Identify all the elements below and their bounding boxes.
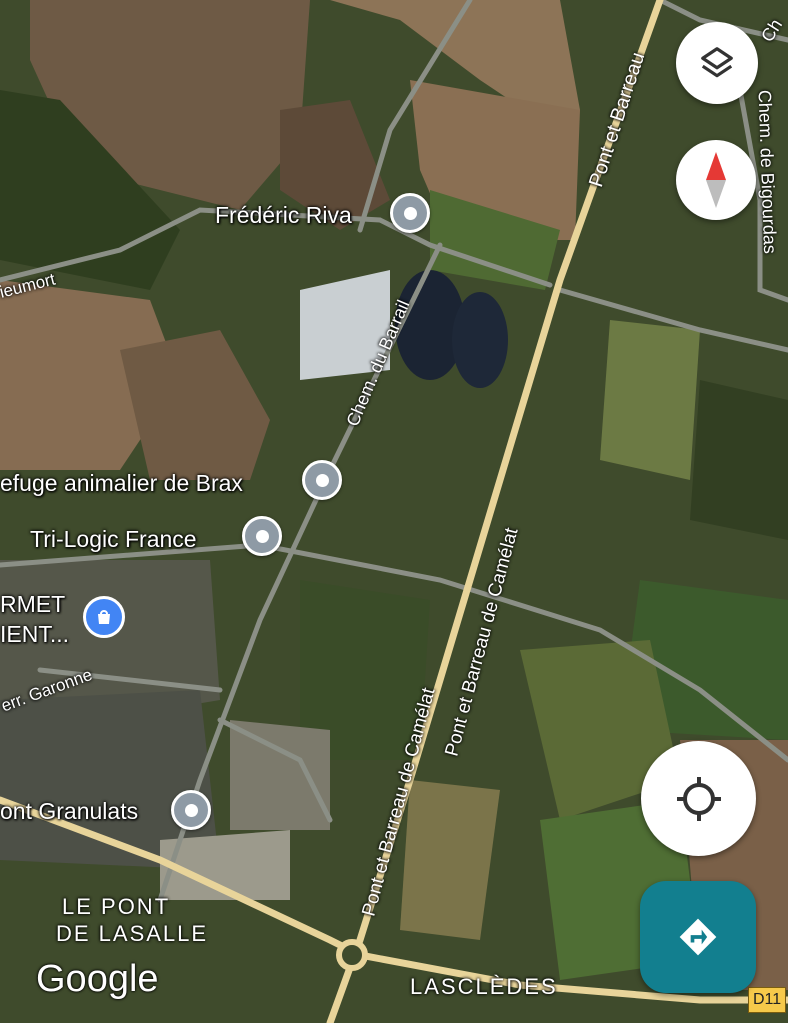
layers-button[interactable] [676, 22, 758, 104]
my-location-button[interactable] [641, 741, 756, 856]
route-shield: D11 [748, 987, 787, 1013]
directions-button[interactable] [640, 881, 756, 993]
directions-icon [679, 918, 717, 956]
layers-icon [701, 47, 733, 78]
poi-pin-icon[interactable] [242, 516, 282, 556]
compass-button[interactable] [676, 140, 756, 220]
poi-label[interactable]: ont Granulats [0, 798, 138, 825]
poi-pin-icon[interactable] [171, 790, 211, 830]
pond [452, 292, 508, 388]
poi-pin-icon[interactable] [390, 193, 430, 233]
poi-label[interactable]: Frédéric Riva [215, 202, 352, 229]
google-logo: Google [36, 958, 159, 1000]
urban-area [230, 720, 330, 830]
poi-label[interactable]: IENT... [0, 621, 69, 648]
place-label: LASCLÈDES [410, 974, 558, 999]
poi-pin-icon[interactable] [302, 460, 342, 500]
field [600, 320, 700, 480]
compass-icon [706, 152, 726, 208]
roundabout [336, 939, 368, 971]
satellite-map[interactable] [0, 0, 788, 1023]
shopping-bag-icon[interactable] [83, 596, 125, 638]
poi-label[interactable]: RMET [0, 591, 65, 618]
field [690, 380, 788, 540]
place-label-line: LE PONT [62, 894, 171, 919]
poi-label[interactable]: Tri-Logic France [30, 526, 197, 553]
place-label-line: DE LASALLE [56, 921, 209, 946]
my-location-icon [676, 776, 721, 821]
place-label: LE PONT DE LASALLE [56, 893, 208, 947]
poi-label[interactable]: efuge animalier de Brax [0, 470, 243, 497]
